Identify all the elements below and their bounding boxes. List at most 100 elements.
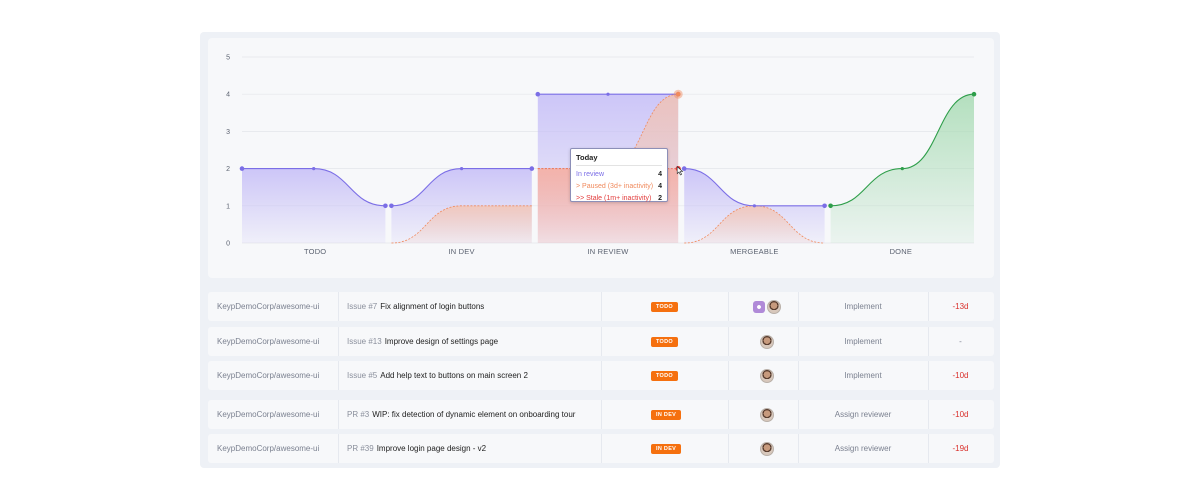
table-row[interactable]: KeypDemoCorp/awesome-ui Issue #5 Add help…: [208, 361, 994, 390]
item-title-text: Add help text to buttons on main screen …: [380, 371, 528, 380]
column-divider: [798, 434, 799, 463]
tooltip-row-stale: >> Stale (1m+ inactivity) 2: [576, 192, 662, 204]
data-point: [460, 167, 464, 171]
y-tick-label: 5: [226, 55, 230, 62]
y-tick-label: 2: [226, 166, 230, 173]
table-row[interactable]: KeypDemoCorp/awesome-ui PR #3 WIP: fix de…: [208, 400, 994, 429]
category-label: TODO: [304, 247, 326, 256]
repo-name[interactable]: KeypDemoCorp/awesome-ui: [217, 361, 319, 390]
data-point: [822, 203, 827, 209]
tooltip-value: 4: [658, 182, 662, 190]
tooltip-label: > Paused (3d+ inactivity): [576, 182, 654, 190]
y-tick-label: 3: [226, 129, 230, 136]
status-badge: TODO: [651, 336, 678, 347]
next-action: Implement: [844, 371, 882, 380]
data-point: [606, 92, 610, 96]
column-divider: [928, 434, 929, 463]
column-divider: [928, 361, 929, 390]
y-tick-label: 0: [226, 241, 230, 248]
column-divider: [728, 292, 729, 321]
item-kind: PR #39: [347, 444, 374, 453]
category-label: IN DEV: [448, 247, 474, 256]
item-title-text: Improve login page design - v2: [376, 444, 487, 453]
assignees: [753, 292, 783, 321]
item-title-text: Improve design of settings page: [384, 337, 499, 346]
item-title[interactable]: PR #3 WIP: fix detection of dynamic eleme…: [347, 400, 575, 429]
repo-name[interactable]: KeypDemoCorp/awesome-ui: [217, 327, 319, 356]
column-divider: [728, 434, 729, 463]
avatar: [760, 334, 774, 349]
next-action: Implement: [844, 302, 882, 311]
item-kind: Issue #13: [347, 337, 382, 346]
assignees: [760, 327, 776, 356]
tooltip-label: >> Stale (1m+ inactivity): [576, 194, 652, 202]
item-title[interactable]: Issue #5 Add help text to buttons on main…: [347, 361, 528, 390]
data-point: [383, 203, 388, 209]
y-tick-label: 4: [226, 92, 230, 99]
avatar: [760, 368, 774, 383]
status-badge: IN DEV: [651, 409, 682, 420]
data-point: [239, 166, 245, 171]
status-cell: TODO: [651, 327, 678, 356]
status-badge: TODO: [651, 370, 678, 381]
item-kind: Issue #5: [347, 371, 378, 380]
tooltip-value: 4: [658, 170, 662, 178]
column-divider: [338, 327, 339, 356]
column-divider: [601, 361, 602, 390]
data-point: [535, 91, 541, 97]
table-row[interactable]: KeypDemoCorp/awesome-ui PR #39 Improve lo…: [208, 434, 994, 463]
column-divider: [338, 400, 339, 429]
chart-tooltip: Today In review 4 > Paused (3d+ inactivi…: [570, 148, 668, 202]
table-row[interactable]: KeypDemoCorp/awesome-ui Issue #7 Fix alig…: [208, 292, 994, 321]
column-divider: [601, 400, 602, 429]
avatar: [767, 299, 781, 314]
assignees: [760, 400, 776, 429]
status-cell: IN DEV: [651, 434, 682, 463]
data-point: [312, 167, 316, 171]
days-indicator: -10d: [952, 410, 969, 419]
item-title[interactable]: Issue #13 Improve design of settings page: [347, 327, 498, 356]
tooltip-title: Today: [576, 153, 598, 162]
tooltip-row-in-review: In review 4: [576, 168, 662, 180]
repo-name[interactable]: KeypDemoCorp/awesome-ui: [217, 292, 319, 321]
tooltip-row-paused: > Paused (3d+ inactivity) 4: [576, 180, 662, 192]
column-divider: [728, 361, 729, 390]
status-badge: TODO: [651, 301, 678, 312]
column-divider: [728, 327, 729, 356]
category-label: IN REVIEW: [588, 247, 630, 256]
status-badge: IN DEV: [651, 443, 682, 454]
column-divider: [601, 327, 602, 356]
column-divider: [928, 292, 929, 321]
column-divider: [928, 400, 929, 429]
tooltip-label: In review: [576, 170, 605, 178]
data-point: [900, 167, 904, 171]
item-title[interactable]: Issue #7 Fix alignment of login buttons: [347, 292, 484, 321]
data-point: [389, 203, 394, 209]
data-point: [752, 204, 757, 208]
item-title-text: Fix alignment of login buttons: [380, 302, 485, 311]
repo-name[interactable]: KeypDemoCorp/awesome-ui: [217, 400, 319, 429]
hover-marker: [675, 91, 681, 97]
category-label: DONE: [890, 247, 912, 256]
next-action: Assign reviewer: [834, 410, 892, 419]
data-point: [529, 166, 535, 171]
item-title[interactable]: PR #39 Improve login page design - v2: [347, 434, 486, 463]
next-action: Assign reviewer: [834, 444, 892, 453]
column-divider: [798, 327, 799, 356]
total-area: [242, 168, 386, 243]
column-divider: [601, 434, 602, 463]
item-kind: PR #3: [347, 410, 370, 419]
days-indicator: -: [959, 337, 962, 346]
next-action: Implement: [844, 337, 882, 346]
tooltip-value: 2: [658, 194, 662, 202]
assignees: [760, 434, 776, 463]
column-divider: [338, 361, 339, 390]
column-divider: [338, 434, 339, 463]
repo-name[interactable]: KeypDemoCorp/awesome-ui: [217, 434, 319, 463]
column-divider: [338, 292, 339, 321]
column-divider: [928, 327, 929, 356]
data-point: [971, 91, 977, 97]
days-indicator: -19d: [952, 444, 969, 453]
data-point: [681, 166, 687, 171]
table-row[interactable]: KeypDemoCorp/awesome-ui Issue #13 Improve…: [208, 327, 994, 356]
